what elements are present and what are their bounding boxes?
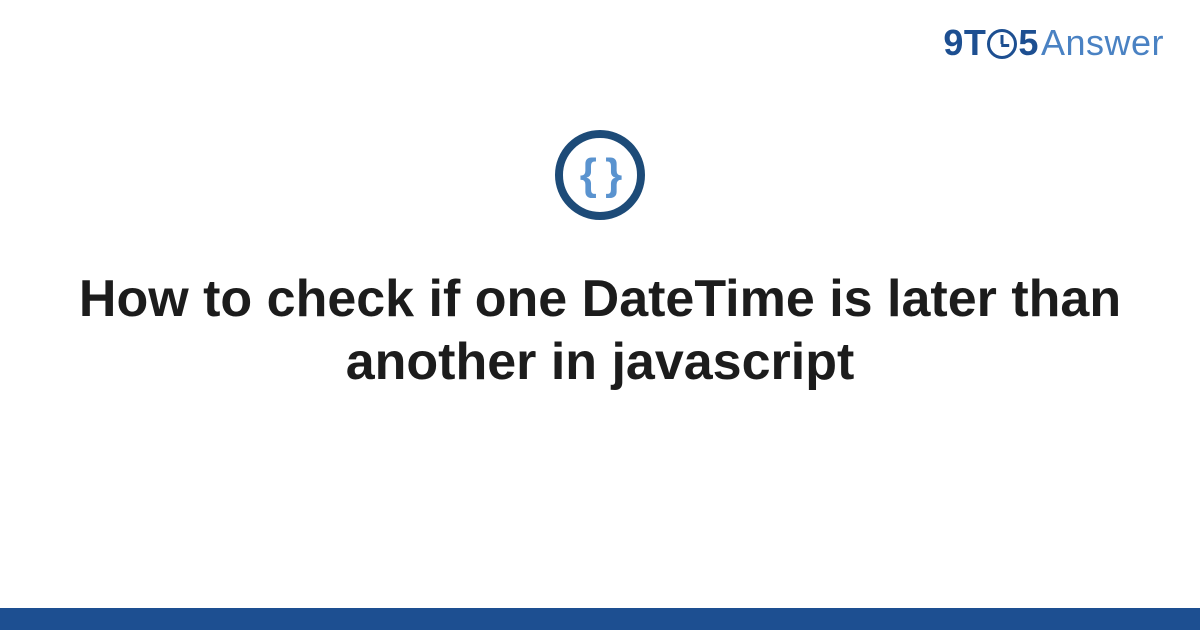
site-logo: 9T 5 Answer [943, 22, 1164, 64]
logo-text-9t: 9T [943, 22, 986, 64]
question-title: How to check if one DateTime is later th… [0, 268, 1200, 395]
code-braces-icon: { } [580, 153, 620, 197]
clock-hand-hour [1002, 44, 1010, 47]
logo-text-answer: Answer [1041, 22, 1164, 64]
category-icon: { } [555, 130, 645, 220]
icon-ring: { } [555, 130, 645, 220]
clock-hand-minute [1001, 35, 1004, 44]
social-card: 9T 5 Answer { } How to check if one Date… [0, 0, 1200, 630]
clock-icon [987, 29, 1017, 59]
footer-accent-bar [0, 608, 1200, 630]
logo-text-5: 5 [1018, 22, 1039, 64]
